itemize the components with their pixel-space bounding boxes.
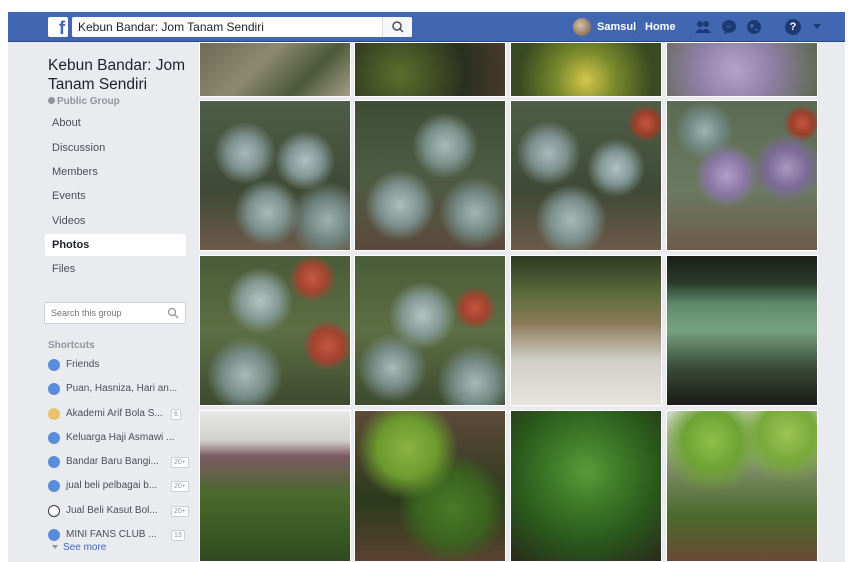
globe-icon: [48, 97, 55, 104]
nav-photos[interactable]: Photos: [45, 234, 186, 256]
user-profile-link[interactable]: Samsul: [597, 21, 636, 33]
shortcut-item[interactable]: Akademi Arif Bola S... 6: [48, 405, 190, 423]
facebook-logo[interactable]: f: [48, 17, 68, 38]
photo-thumbnail[interactable]: [354, 255, 506, 406]
group-icon: [48, 529, 60, 541]
top-navigation-bar: f Samsul Home ?: [8, 12, 845, 42]
shortcut-item[interactable]: Jual Beli Kasut Bol... 20+: [48, 502, 190, 520]
shortcut-item[interactable]: Keluarga Haji Asmawi ...: [48, 429, 190, 447]
photo-thumbnail[interactable]: [666, 100, 818, 251]
facebook-window: f Samsul Home ? Keb: [8, 12, 845, 562]
nav-members[interactable]: Members: [45, 161, 186, 183]
group-icon: [48, 359, 60, 371]
unread-count-badge: 20+: [171, 457, 189, 468]
photo-thumbnail[interactable]: [199, 42, 351, 97]
photo-thumbnail[interactable]: [199, 255, 351, 406]
shortcut-label: Akademi Arif Bola S...: [66, 408, 163, 419]
group-privacy-text: Public Group: [57, 96, 120, 107]
unread-count-badge: 20+: [171, 506, 189, 517]
photo-thumbnail[interactable]: [666, 255, 818, 406]
photo-thumbnail[interactable]: [199, 100, 351, 251]
shortcut-label: Puan, Hasniza, Hari an...: [66, 383, 178, 394]
group-avatar-icon: [48, 408, 60, 420]
search-icon[interactable]: [167, 307, 179, 319]
photo-thumbnail[interactable]: [510, 410, 662, 562]
notifications-globe-icon[interactable]: [746, 19, 762, 35]
unread-count-badge: 20+: [171, 481, 189, 492]
photo-thumbnail[interactable]: [199, 410, 351, 562]
photo-thumbnail[interactable]: [354, 410, 506, 562]
group-search: [44, 302, 186, 324]
unread-count-badge: 6: [171, 409, 181, 420]
topbar-divider: [636, 20, 637, 34]
unread-count-badge: 13: [171, 530, 185, 541]
home-link[interactable]: Home: [645, 21, 676, 33]
nav-files[interactable]: Files: [45, 258, 186, 280]
nav-about[interactable]: About: [45, 112, 186, 134]
user-avatar[interactable]: [573, 18, 591, 36]
shortcut-label: Jual Beli Kasut Bol...: [66, 505, 158, 516]
caret-down-icon: [52, 545, 58, 549]
group-privacy-label: Public Group: [48, 96, 120, 107]
friend-requests-icon[interactable]: [695, 19, 711, 35]
photo-thumbnail[interactable]: [510, 42, 662, 97]
group-icon: [48, 456, 60, 468]
shortcuts-heading: Shortcuts: [48, 340, 95, 351]
see-more-link[interactable]: See more: [52, 542, 106, 553]
search-button[interactable]: [382, 17, 412, 37]
nav-videos[interactable]: Videos: [45, 210, 186, 232]
shortcut-item[interactable]: jual beli pelbagai b... 20+: [48, 477, 190, 495]
account-menu-chevron-down-icon[interactable]: [813, 24, 821, 29]
nav-events[interactable]: Events: [45, 185, 186, 207]
photo-thumbnail[interactable]: [510, 255, 662, 406]
search-icon: [392, 21, 404, 33]
group-search-input[interactable]: [45, 303, 160, 323]
shortcut-label: Friends: [66, 359, 100, 370]
group-sidebar: Kebun Bandar: Jom Tanam Sendiri Public G…: [8, 42, 196, 562]
photo-thumbnail[interactable]: [666, 42, 818, 97]
shortcut-label: Keluarga Haji Asmawi ...: [66, 432, 175, 443]
shortcut-item[interactable]: Friends: [48, 356, 190, 374]
soccer-ball-icon: [48, 505, 60, 517]
photo-thumbnail[interactable]: [354, 100, 506, 251]
messenger-icon[interactable]: [721, 19, 737, 35]
shortcut-item[interactable]: Puan, Hasniza, Hari an...: [48, 380, 190, 398]
photo-thumbnail[interactable]: [666, 410, 818, 562]
shortcut-label: Bandar Baru Bangi...: [66, 456, 159, 467]
see-more-label: See more: [63, 542, 107, 553]
global-search-input[interactable]: [72, 17, 382, 37]
nav-discussion[interactable]: Discussion: [45, 137, 186, 159]
shortcut-label: jual beli pelbagai b...: [66, 480, 158, 491]
group-title[interactable]: Kebun Bandar: Jom Tanam Sendiri: [48, 56, 193, 94]
group-icon: [48, 432, 60, 444]
global-search: [72, 17, 412, 37]
group-icon: [48, 480, 60, 492]
help-icon[interactable]: ?: [785, 19, 801, 35]
photo-thumbnail[interactable]: [354, 42, 506, 97]
group-icon: [48, 383, 60, 395]
shortcut-item[interactable]: Bandar Baru Bangi... 20+: [48, 453, 190, 471]
photo-thumbnail[interactable]: [510, 100, 662, 251]
